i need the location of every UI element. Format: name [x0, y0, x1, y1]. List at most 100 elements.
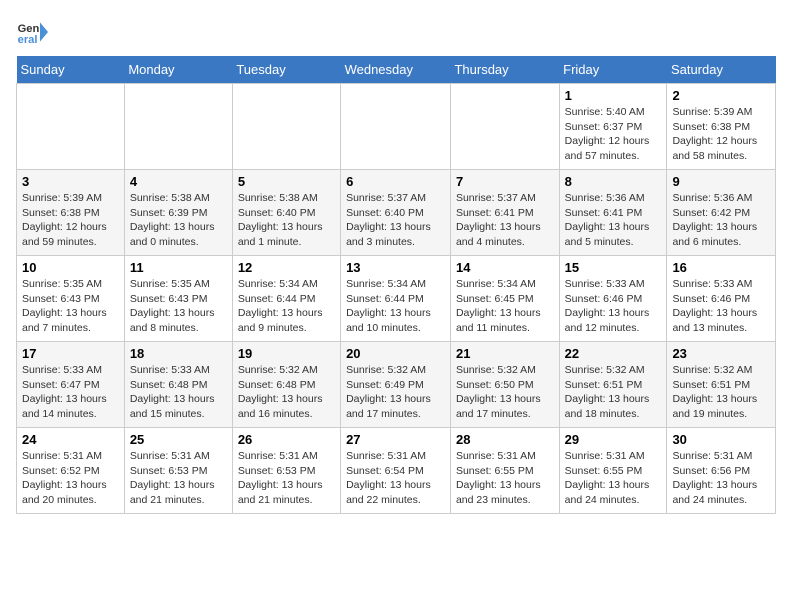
day-info: Sunrise: 5:31 AM Sunset: 6:55 PM Dayligh…	[565, 449, 662, 508]
day-number: 30	[672, 432, 770, 447]
calendar-body: 1 Sunrise: 5:40 AM Sunset: 6:37 PM Daylig…	[17, 84, 776, 514]
day-number: 25	[130, 432, 227, 447]
calendar-cell: 25 Sunrise: 5:31 AM Sunset: 6:53 PM Dayli…	[124, 428, 232, 514]
day-info: Sunrise: 5:33 AM Sunset: 6:48 PM Dayligh…	[130, 363, 227, 422]
calendar-cell: 20 Sunrise: 5:32 AM Sunset: 6:49 PM Dayli…	[341, 342, 451, 428]
day-info: Sunrise: 5:39 AM Sunset: 6:38 PM Dayligh…	[672, 105, 770, 164]
day-number: 29	[565, 432, 662, 447]
day-info: Sunrise: 5:32 AM Sunset: 6:48 PM Dayligh…	[238, 363, 335, 422]
day-info: Sunrise: 5:31 AM Sunset: 6:54 PM Dayligh…	[346, 449, 445, 508]
calendar-cell: 4 Sunrise: 5:38 AM Sunset: 6:39 PM Daylig…	[124, 170, 232, 256]
day-info: Sunrise: 5:31 AM Sunset: 6:55 PM Dayligh…	[456, 449, 554, 508]
calendar-cell: 10 Sunrise: 5:35 AM Sunset: 6:43 PM Dayli…	[17, 256, 125, 342]
day-info: Sunrise: 5:31 AM Sunset: 6:52 PM Dayligh…	[22, 449, 119, 508]
calendar-cell: 23 Sunrise: 5:32 AM Sunset: 6:51 PM Dayli…	[667, 342, 776, 428]
calendar-cell	[341, 84, 451, 170]
day-number: 6	[346, 174, 445, 189]
calendar-cell: 6 Sunrise: 5:37 AM Sunset: 6:40 PM Daylig…	[341, 170, 451, 256]
calendar-cell: 7 Sunrise: 5:37 AM Sunset: 6:41 PM Daylig…	[450, 170, 559, 256]
calendar-cell: 15Sunrise: 5:33 AM Sunset: 6:46 PM Dayli…	[559, 256, 667, 342]
day-info: Sunrise: 5:33 AM Sunset: 6:47 PM Dayligh…	[22, 363, 119, 422]
day-info: Sunrise: 5:39 AM Sunset: 6:38 PM Dayligh…	[22, 191, 119, 250]
day-info: Sunrise: 5:32 AM Sunset: 6:51 PM Dayligh…	[672, 363, 770, 422]
calendar-cell: 28Sunrise: 5:31 AM Sunset: 6:55 PM Dayli…	[450, 428, 559, 514]
day-number: 21	[456, 346, 554, 361]
calendar-cell: 9Sunrise: 5:36 AM Sunset: 6:42 PM Daylig…	[667, 170, 776, 256]
day-number: 23	[672, 346, 770, 361]
day-number: 12	[238, 260, 335, 275]
day-info: Sunrise: 5:32 AM Sunset: 6:50 PM Dayligh…	[456, 363, 554, 422]
day-number: 3	[22, 174, 119, 189]
day-number: 8	[565, 174, 662, 189]
day-number: 15	[565, 260, 662, 275]
day-info: Sunrise: 5:37 AM Sunset: 6:41 PM Dayligh…	[456, 191, 554, 250]
calendar-cell: 11 Sunrise: 5:35 AM Sunset: 6:43 PM Dayli…	[124, 256, 232, 342]
day-number: 10	[22, 260, 119, 275]
day-info: Sunrise: 5:32 AM Sunset: 6:49 PM Dayligh…	[346, 363, 445, 422]
day-header-friday: Friday	[559, 56, 667, 84]
calendar-cell: 21 Sunrise: 5:32 AM Sunset: 6:50 PM Dayli…	[450, 342, 559, 428]
day-header-wednesday: Wednesday	[341, 56, 451, 84]
day-info: Sunrise: 5:36 AM Sunset: 6:41 PM Dayligh…	[565, 191, 662, 250]
day-info: Sunrise: 5:38 AM Sunset: 6:39 PM Dayligh…	[130, 191, 227, 250]
calendar-cell: 30 Sunrise: 5:31 AM Sunset: 6:56 PM Dayli…	[667, 428, 776, 514]
day-number: 26	[238, 432, 335, 447]
day-number: 2	[672, 88, 770, 103]
calendar-cell: 13 Sunrise: 5:34 AM Sunset: 6:44 PM Dayli…	[341, 256, 451, 342]
calendar-cell: 8 Sunrise: 5:36 AM Sunset: 6:41 PM Daylig…	[559, 170, 667, 256]
day-info: Sunrise: 5:31 AM Sunset: 6:53 PM Dayligh…	[238, 449, 335, 508]
day-number: 22	[565, 346, 662, 361]
day-number: 4	[130, 174, 227, 189]
day-header-thursday: Thursday	[450, 56, 559, 84]
day-info: Sunrise: 5:34 AM Sunset: 6:44 PM Dayligh…	[346, 277, 445, 336]
calendar-cell: 19 Sunrise: 5:32 AM Sunset: 6:48 PM Dayli…	[232, 342, 340, 428]
day-number: 20	[346, 346, 445, 361]
calendar-header-row: SundayMondayTuesdayWednesdayThursdayFrid…	[17, 56, 776, 84]
day-number: 5	[238, 174, 335, 189]
calendar-cell	[124, 84, 232, 170]
day-header-sunday: Sunday	[17, 56, 125, 84]
calendar-cell: 12 Sunrise: 5:34 AM Sunset: 6:44 PM Dayli…	[232, 256, 340, 342]
day-number: 18	[130, 346, 227, 361]
calendar-cell: 29 Sunrise: 5:31 AM Sunset: 6:55 PM Dayli…	[559, 428, 667, 514]
day-number: 24	[22, 432, 119, 447]
day-number: 7	[456, 174, 554, 189]
calendar-cell: 27Sunrise: 5:31 AM Sunset: 6:54 PM Dayli…	[341, 428, 451, 514]
calendar-table: SundayMondayTuesdayWednesdayThursdayFrid…	[16, 56, 776, 514]
week-row-2: 3 Sunrise: 5:39 AM Sunset: 6:38 PM Daylig…	[17, 170, 776, 256]
calendar-cell: 14Sunrise: 5:34 AM Sunset: 6:45 PM Dayli…	[450, 256, 559, 342]
day-info: Sunrise: 5:37 AM Sunset: 6:40 PM Dayligh…	[346, 191, 445, 250]
day-info: Sunrise: 5:31 AM Sunset: 6:53 PM Dayligh…	[130, 449, 227, 508]
calendar-cell: 16Sunrise: 5:33 AM Sunset: 6:46 PM Dayli…	[667, 256, 776, 342]
day-number: 17	[22, 346, 119, 361]
day-header-monday: Monday	[124, 56, 232, 84]
calendar-cell: 22 Sunrise: 5:32 AM Sunset: 6:51 PM Dayli…	[559, 342, 667, 428]
week-row-3: 10 Sunrise: 5:35 AM Sunset: 6:43 PM Dayli…	[17, 256, 776, 342]
calendar-cell: 2 Sunrise: 5:39 AM Sunset: 6:38 PM Daylig…	[667, 84, 776, 170]
calendar-cell: 24 Sunrise: 5:31 AM Sunset: 6:52 PM Dayli…	[17, 428, 125, 514]
day-header-tuesday: Tuesday	[232, 56, 340, 84]
day-number: 14	[456, 260, 554, 275]
day-number: 13	[346, 260, 445, 275]
day-number: 19	[238, 346, 335, 361]
day-info: Sunrise: 5:35 AM Sunset: 6:43 PM Dayligh…	[130, 277, 227, 336]
logo: Gen eral	[16, 16, 52, 48]
day-info: Sunrise: 5:34 AM Sunset: 6:44 PM Dayligh…	[238, 277, 335, 336]
day-header-saturday: Saturday	[667, 56, 776, 84]
day-number: 11	[130, 260, 227, 275]
week-row-5: 24 Sunrise: 5:31 AM Sunset: 6:52 PM Dayli…	[17, 428, 776, 514]
day-number: 16	[672, 260, 770, 275]
calendar-cell: 1 Sunrise: 5:40 AM Sunset: 6:37 PM Daylig…	[559, 84, 667, 170]
calendar-cell: 17 Sunrise: 5:33 AM Sunset: 6:47 PM Dayli…	[17, 342, 125, 428]
day-number: 1	[565, 88, 662, 103]
day-info: Sunrise: 5:31 AM Sunset: 6:56 PM Dayligh…	[672, 449, 770, 508]
day-info: Sunrise: 5:40 AM Sunset: 6:37 PM Dayligh…	[565, 105, 662, 164]
calendar-cell: 5Sunrise: 5:38 AM Sunset: 6:40 PM Daylig…	[232, 170, 340, 256]
calendar-cell	[232, 84, 340, 170]
day-info: Sunrise: 5:36 AM Sunset: 6:42 PM Dayligh…	[672, 191, 770, 250]
calendar-cell: 18 Sunrise: 5:33 AM Sunset: 6:48 PM Dayli…	[124, 342, 232, 428]
day-info: Sunrise: 5:32 AM Sunset: 6:51 PM Dayligh…	[565, 363, 662, 422]
logo-icon: Gen eral	[16, 16, 48, 48]
calendar-cell: 26 Sunrise: 5:31 AM Sunset: 6:53 PM Dayli…	[232, 428, 340, 514]
day-info: Sunrise: 5:35 AM Sunset: 6:43 PM Dayligh…	[22, 277, 119, 336]
